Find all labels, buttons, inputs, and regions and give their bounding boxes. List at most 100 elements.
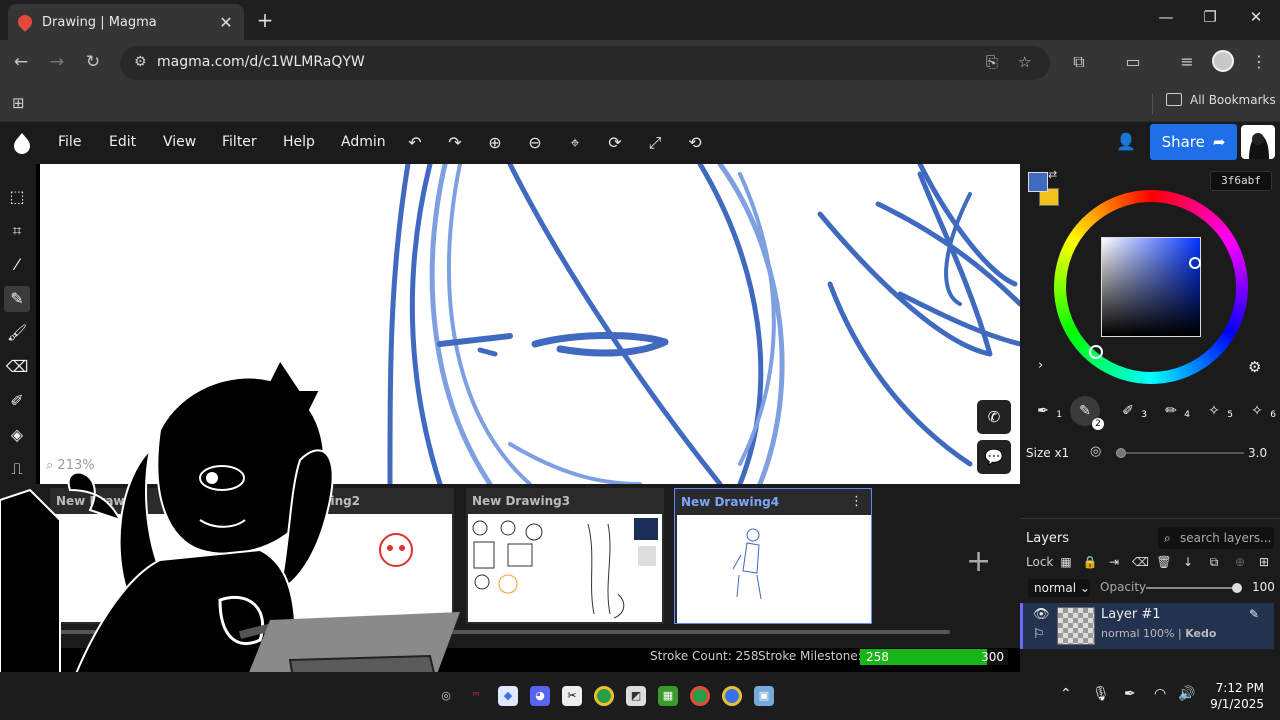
- add-layer-icon[interactable]: ⊞: [1256, 555, 1272, 569]
- add-user-icon[interactable]: 👤: [1116, 132, 1136, 151]
- delete-layer-icon[interactable]: 🗑: [1156, 555, 1172, 569]
- fullscreen-icon[interactable]: ⤢: [644, 133, 666, 153]
- color-settings-icon[interactable]: ⚙: [1248, 358, 1261, 376]
- brush-slot-6[interactable]: ✧ 6: [1242, 396, 1276, 426]
- zoom-out-icon[interactable]: ⊖: [524, 133, 546, 152]
- layer-row[interactable]: 👁 ⚐ Layer #1 normal 100% | Kedo ✎: [1020, 603, 1274, 649]
- rotate-view-icon[interactable]: ⟳: [604, 133, 626, 152]
- visibility-eye-icon[interactable]: 👁: [1033, 607, 1050, 622]
- layer-search-input[interactable]: search layers...: [1158, 527, 1274, 549]
- tab-close-icon[interactable]: ✕: [218, 13, 234, 32]
- smudge-tool-icon[interactable]: ✐: [4, 388, 30, 414]
- share-button[interactable]: Share ➦: [1150, 124, 1237, 160]
- stamp-tool-icon[interactable]: ⎍: [4, 456, 30, 482]
- chrome-profile-icon[interactable]: [722, 686, 742, 706]
- forward-icon[interactable]: →: [46, 52, 68, 72]
- drawing-canvas[interactable]: ⌕ 213% ✆ 💬: [40, 164, 1020, 484]
- eyedropper-tool-icon[interactable]: ⁄: [4, 252, 30, 278]
- layer-name[interactable]: Layer #1: [1101, 607, 1161, 622]
- wifi-icon[interactable]: ◠: [1154, 686, 1166, 702]
- size-slider[interactable]: [1116, 448, 1244, 458]
- discord-icon[interactable]: ◕: [530, 686, 550, 706]
- install-app-icon[interactable]: ⎘: [986, 53, 998, 71]
- brush-slot-3[interactable]: ✐ 3: [1113, 396, 1147, 426]
- minimize-icon[interactable]: —: [1154, 8, 1178, 26]
- opacity-slider-knob[interactable]: [1232, 583, 1242, 593]
- microphone-icon[interactable]: 🎙: [1092, 686, 1110, 702]
- cast-icon[interactable]: ▭: [1122, 52, 1144, 71]
- brush-slot-2[interactable]: ✎ 2: [1070, 396, 1104, 430]
- chat-button[interactable]: 💬: [977, 440, 1011, 474]
- pencil-tool-icon[interactable]: ✎: [4, 286, 30, 312]
- add-drawing-button[interactable]: +: [966, 544, 991, 579]
- lock-transparency-icon[interactable]: ▦: [1058, 555, 1074, 569]
- tray-overflow-icon[interactable]: ⌃: [1060, 686, 1072, 702]
- blend-mode-select[interactable]: normal ⌄: [1028, 579, 1090, 597]
- taskbar-app-icon[interactable]: ᵐ: [466, 686, 486, 706]
- fill-bucket-icon[interactable]: ◈: [4, 422, 30, 448]
- browser-menu-icon[interactable]: ⋮: [1248, 52, 1270, 71]
- restore-icon[interactable]: ❐: [1198, 8, 1222, 26]
- saturation-value-square[interactable]: [1101, 237, 1201, 337]
- taskbar-app-icon[interactable]: ◆: [498, 686, 518, 706]
- crop-tool-icon[interactable]: ⌗: [4, 218, 30, 244]
- extensions-icon[interactable]: ⧉: [1068, 52, 1090, 72]
- merge-layers-icon[interactable]: ⊕: [1232, 555, 1248, 569]
- minecraft-icon[interactable]: ▦: [658, 686, 678, 706]
- drawings-scrollbar[interactable]: [40, 630, 950, 634]
- pen-tray-icon[interactable]: ✒: [1124, 686, 1136, 702]
- capcut-icon[interactable]: ✂: [562, 686, 582, 706]
- new-tab-button[interactable]: +: [254, 8, 276, 32]
- fit-view-icon[interactable]: ⌖: [564, 133, 586, 153]
- layer-brush-icon[interactable]: ✎: [1249, 607, 1259, 621]
- magma-logo-icon[interactable]: [12, 132, 32, 154]
- expand-chevron-icon[interactable]: ›: [1038, 358, 1043, 373]
- reset-rotation-icon[interactable]: ⟲: [684, 133, 706, 152]
- drawing-card[interactable]: New Drawing3: [466, 488, 664, 624]
- user-avatar[interactable]: [1241, 125, 1275, 159]
- back-icon[interactable]: ←: [10, 52, 32, 72]
- card-more-icon[interactable]: ⋮: [850, 494, 863, 509]
- color-wheel[interactable]: [1054, 190, 1248, 384]
- menu-view[interactable]: View: [163, 134, 196, 150]
- redo-icon[interactable]: ↷: [444, 133, 466, 152]
- chrome-active-icon[interactable]: [690, 686, 710, 706]
- drawing-card[interactable]: New Drawing: [50, 488, 248, 624]
- move-layer-icon[interactable]: ⇥: [1106, 555, 1122, 569]
- merge-down-icon[interactable]: ↓: [1180, 555, 1196, 569]
- all-bookmarks-link[interactable]: All Bookmarks: [1190, 93, 1276, 107]
- window-close-icon[interactable]: ✕: [1244, 8, 1268, 26]
- menu-help[interactable]: Help: [283, 134, 315, 150]
- volume-icon[interactable]: 🔊: [1178, 686, 1195, 702]
- hex-color-input[interactable]: 3f6abf: [1210, 171, 1272, 191]
- size-value[interactable]: 3.0: [1248, 446, 1267, 460]
- opacity-value[interactable]: 100: [1252, 580, 1275, 594]
- sv-picker-handle[interactable]: [1189, 257, 1201, 269]
- menu-edit[interactable]: Edit: [109, 134, 136, 150]
- eraser-tool-icon[interactable]: ⌫: [4, 354, 30, 380]
- roblox-icon[interactable]: ◩: [626, 686, 646, 706]
- profile-avatar[interactable]: [1212, 50, 1234, 72]
- pressure-icon[interactable]: ◎: [1090, 444, 1101, 459]
- brush-slot-1[interactable]: ✒ 1: [1028, 396, 1062, 426]
- voice-call-button[interactable]: ✆: [977, 400, 1011, 434]
- chrome-icon[interactable]: [594, 686, 614, 706]
- brush-slot-5[interactable]: ✧ 5: [1199, 396, 1233, 426]
- drawing-card[interactable]: New Drawing2: [256, 488, 454, 624]
- clear-layer-icon[interactable]: ⌫: [1132, 555, 1149, 569]
- zoom-in-icon[interactable]: ⊕: [484, 133, 506, 152]
- menu-filter[interactable]: Filter: [222, 134, 257, 150]
- size-slider-knob[interactable]: [1116, 448, 1126, 458]
- opacity-slider[interactable]: [1146, 583, 1242, 593]
- drawing-card-selected[interactable]: New Drawing4 ⋮: [674, 488, 872, 624]
- hue-picker-handle[interactable]: [1089, 345, 1103, 359]
- media-control-icon[interactable]: ≡: [1176, 52, 1198, 71]
- transform-tool-icon[interactable]: ⬚: [4, 184, 30, 210]
- site-info-icon[interactable]: ⚙: [134, 54, 147, 70]
- browser-tab[interactable]: Drawing | Magma ✕: [8, 4, 244, 40]
- brush-tool-icon[interactable]: 🖌: [4, 320, 30, 346]
- reload-icon[interactable]: ↻: [82, 52, 104, 72]
- bookmark-star-icon[interactable]: ☆: [1018, 53, 1031, 71]
- duplicate-layer-icon[interactable]: ⧉: [1206, 555, 1222, 570]
- taskbar-clock[interactable]: 7:12 PM 9/1/2025: [1210, 680, 1264, 712]
